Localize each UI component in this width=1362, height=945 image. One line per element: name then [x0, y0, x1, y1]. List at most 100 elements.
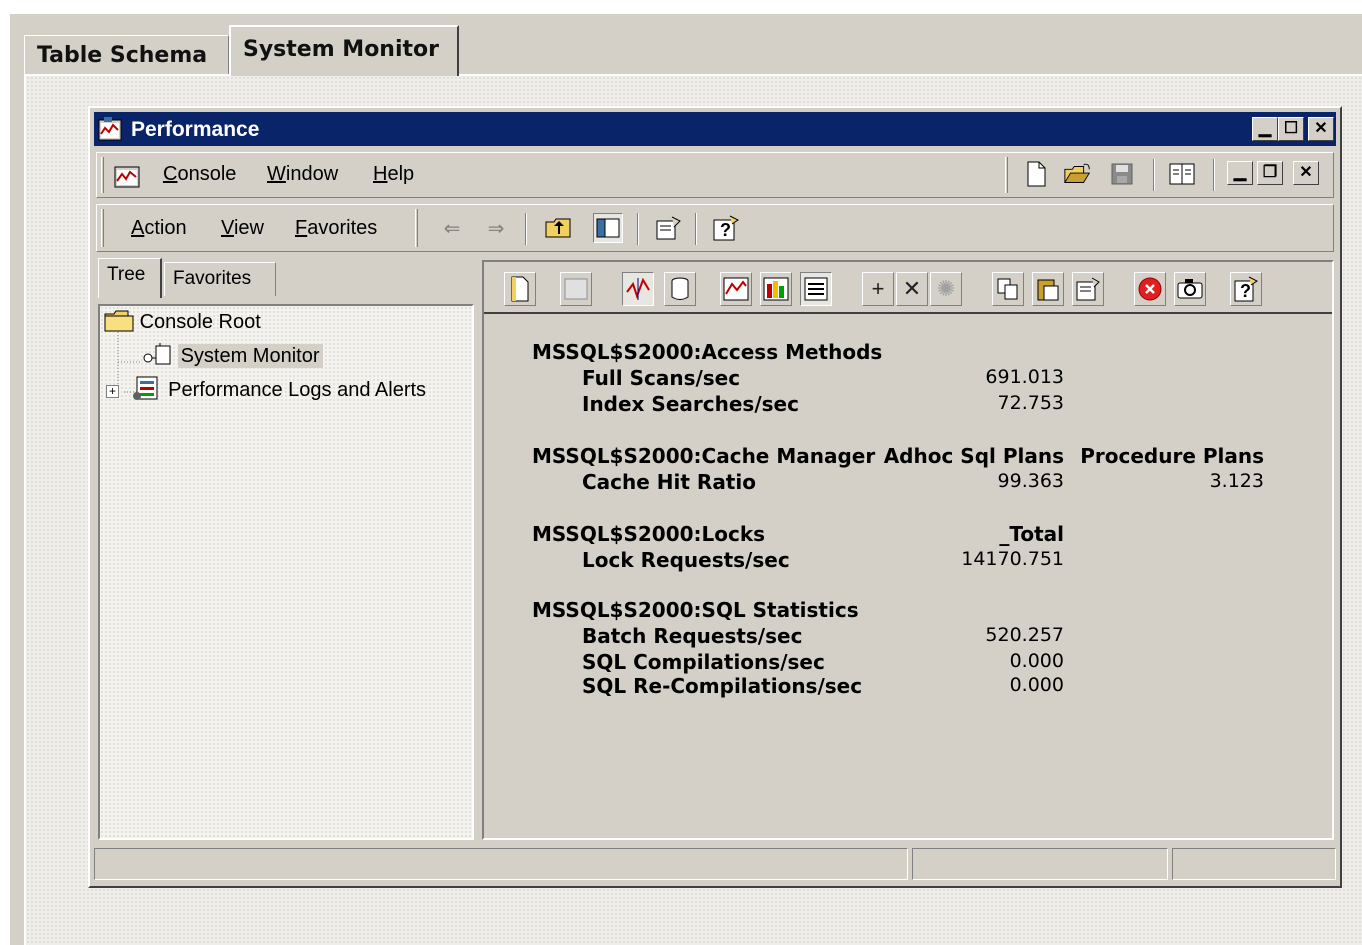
clear-display-button[interactable]	[560, 272, 592, 306]
maximize-button[interactable]: ☐	[1278, 117, 1304, 141]
toolbar-separator	[637, 213, 639, 245]
title-bar[interactable]: Performance ▁ ☐ ✕	[94, 112, 1336, 146]
report-counter: Index Searches/sec	[582, 392, 799, 416]
save-button[interactable]	[1107, 159, 1137, 189]
copy-properties-button[interactable]	[992, 272, 1024, 306]
report-counter: SQL Compilations/sec	[582, 650, 825, 674]
paste-counter-list-icon	[1037, 279, 1059, 301]
close-icon: ✕	[1314, 120, 1328, 137]
minimize-button[interactable]: ▁	[1252, 117, 1278, 141]
expand-node-button[interactable]: +	[106, 385, 119, 398]
new-document-button[interactable]	[1021, 159, 1051, 189]
status-bar	[92, 846, 1338, 882]
menu-console[interactable]: Console	[163, 163, 236, 186]
tab-favorites[interactable]: Favorites	[164, 262, 276, 296]
report-value: 14170.751	[961, 548, 1064, 570]
help-icon: ?	[1234, 276, 1258, 302]
toolbar-grip[interactable]	[1005, 157, 1008, 193]
new-counter-set-button[interactable]	[504, 272, 536, 306]
system-monitor-icon	[143, 343, 171, 365]
properties-button[interactable]	[653, 213, 683, 243]
report-value: 691.013	[985, 366, 1064, 388]
svg-text:?: ?	[1240, 281, 1251, 301]
show-hide-console-tree-button[interactable]	[593, 213, 623, 243]
report-value: 0.000	[1009, 674, 1064, 696]
view-current-activity-icon	[626, 277, 650, 300]
toolbar-separator	[695, 213, 697, 245]
action-menu-bar: Action View Favorites ⇐ ⇒ ?	[96, 204, 1334, 252]
close-icon: ✕	[1299, 164, 1313, 181]
freeze-display-button[interactable]	[1134, 272, 1166, 306]
tree-item-console-root[interactable]: Console Root	[104, 310, 261, 334]
report-instance: _Total	[999, 522, 1064, 546]
tree-item-system-monitor[interactable]: System Monitor	[140, 342, 323, 368]
report-value: 520.257	[985, 624, 1064, 646]
view-graph-button[interactable]	[720, 272, 752, 306]
tab-system-monitor[interactable]: System Monitor	[229, 25, 459, 76]
view-log-data-icon	[671, 277, 689, 300]
menu-view[interactable]: View	[221, 217, 264, 240]
forward-button[interactable]: ⇒	[481, 213, 511, 243]
report-object-sql-statistics: MSSQL$S2000:SQL Statistics	[532, 598, 859, 622]
performance-app-icon	[98, 117, 122, 141]
properties-icon	[656, 216, 681, 240]
update-data-button[interactable]	[1174, 272, 1206, 306]
forward-arrow-icon: ⇒	[487, 217, 505, 240]
back-arrow-icon: ⇐	[443, 217, 461, 240]
window-title: Performance	[131, 118, 260, 141]
report-value: 3.123	[1209, 470, 1264, 492]
report-counter: Batch Requests/sec	[582, 624, 803, 648]
tab-table-schema[interactable]: Table Schema	[24, 35, 229, 75]
show-hide-console-tree-icon	[596, 218, 620, 238]
performance-logs-icon	[132, 376, 158, 400]
view-histogram-button[interactable]	[760, 272, 792, 306]
child-close-button[interactable]: ✕	[1293, 161, 1319, 185]
tree-item-performance-logs[interactable]: + Performance Logs and Alerts	[106, 374, 426, 402]
add-counter-icon: +	[871, 276, 885, 301]
show-hide-tree-button[interactable]	[1167, 159, 1197, 189]
report-counter: SQL Re-Compilations/sec	[582, 674, 863, 698]
help-button[interactable]: ?	[711, 213, 741, 243]
view-current-activity-button[interactable]	[622, 272, 654, 306]
menu-favorites[interactable]: Favorites	[295, 217, 377, 240]
minimize-icon: ▁	[1258, 120, 1272, 137]
view-report-button[interactable]	[800, 272, 832, 306]
save-icon	[1111, 163, 1133, 185]
back-button[interactable]: ⇐	[437, 213, 467, 243]
view-log-data-button[interactable]	[664, 272, 696, 306]
new-counter-set-icon	[511, 276, 529, 302]
minimize-icon: ▁	[1233, 164, 1247, 181]
sysmon-properties-button[interactable]	[1072, 272, 1104, 306]
report-object-access-methods: MSSQL$S2000:Access Methods	[532, 340, 883, 364]
open-folder-icon	[1064, 163, 1091, 183]
child-minimize-button[interactable]: ▁	[1227, 161, 1253, 185]
menu-grip[interactable]	[101, 157, 104, 193]
report-instance: Adhoc Sql Plans	[883, 444, 1064, 468]
new-document-icon	[1027, 161, 1046, 187]
toolbar-separator	[1153, 159, 1155, 191]
paste-counter-list-button[interactable]	[1032, 272, 1064, 306]
report-instance: Procedure Plans	[1080, 444, 1264, 468]
toolbar-grip[interactable]	[415, 209, 418, 247]
menu-window[interactable]: Window	[267, 163, 338, 186]
open-button[interactable]	[1063, 159, 1093, 189]
up-one-level-button[interactable]	[543, 213, 573, 243]
console-tree[interactable]: Console Root System Monitor + Performanc…	[98, 304, 474, 840]
add-counter-button[interactable]: +	[862, 272, 894, 306]
highlight-button[interactable]: ✺	[930, 272, 962, 306]
child-restore-button[interactable]: ❐	[1257, 161, 1283, 185]
close-button[interactable]: ✕	[1308, 117, 1334, 141]
status-cell-2	[912, 848, 1168, 880]
report-object-locks: MSSQL$S2000:Locks	[532, 522, 766, 546]
tab-tree[interactable]: Tree	[98, 258, 162, 298]
properties-icon	[1076, 277, 1100, 301]
sysmon-help-button[interactable]: ?	[1230, 272, 1262, 306]
menu-help[interactable]: Help	[373, 163, 414, 186]
menu-action[interactable]: Action	[131, 217, 187, 240]
menu-grip[interactable]	[101, 209, 104, 247]
plus-icon: +	[108, 384, 116, 398]
toolbar-separator	[1213, 159, 1215, 191]
folder-icon	[104, 310, 134, 332]
delete-counter-button[interactable]: ✕	[896, 272, 928, 306]
report-view: MSSQL$S2000:Access Methods Full Scans/se…	[484, 316, 1332, 836]
